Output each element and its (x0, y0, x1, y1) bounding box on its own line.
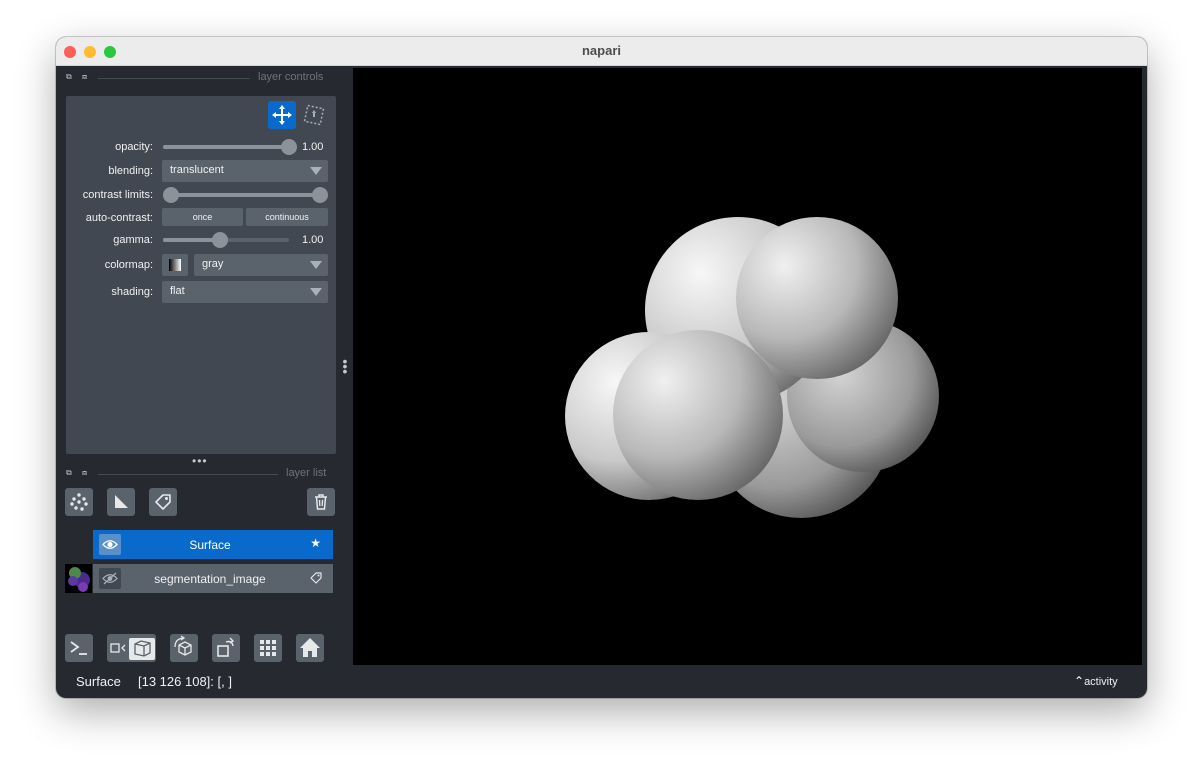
chevron-down-icon (310, 167, 322, 175)
layer-controls-title: layer controls (258, 71, 324, 83)
chevron-down-icon (310, 288, 322, 296)
chevron-down-icon (310, 261, 322, 269)
blending-dropdown[interactable]: translucent (162, 160, 328, 182)
layer-list-title: layer list (286, 467, 327, 479)
pan-zoom-button[interactable] (268, 101, 296, 129)
layer-thumbnail (65, 564, 92, 593)
trash-icon (315, 494, 327, 510)
close-dock-icon[interactable]: ⧈ (82, 73, 87, 81)
status-layer-name: Surface (76, 674, 121, 689)
viewer-canvas[interactable] (353, 68, 1142, 665)
points-icon (70, 493, 88, 511)
blending-label: blending: (108, 165, 153, 177)
contrast-low-handle[interactable] (163, 187, 179, 203)
contrast-limits-range (171, 193, 321, 197)
opacity-value: 1.00 (302, 141, 324, 153)
star-icon: ★ (310, 536, 321, 550)
title-bar: napari (56, 37, 1147, 66)
move-icon (272, 105, 292, 125)
window-title: napari (581, 43, 621, 58)
colormap-label: colormap: (104, 259, 153, 271)
grid-icon (260, 640, 276, 656)
dock-splitter-handle[interactable]: ••• (192, 455, 208, 467)
status-bar: Surface [13 126 108]: [, ] ⌃activity (56, 665, 1147, 698)
contrast-high-handle[interactable] (312, 187, 328, 203)
surface-render (565, 217, 939, 518)
opacity-label: opacity: (115, 141, 153, 153)
shading-label: shading: (111, 286, 153, 298)
colormap-value: gray (202, 258, 224, 270)
shapes-icon (115, 495, 128, 508)
new-labels-layer-button[interactable] (149, 488, 177, 516)
gamma-value: 1.00 (302, 234, 324, 246)
transpose-icon (217, 637, 235, 657)
layer-controls-panel: opacity: 1.00 blending: translucent cont… (66, 96, 336, 454)
auto-contrast-label: auto-contrast: (85, 212, 153, 224)
dock-header-divider (98, 78, 250, 79)
colormap-dropdown[interactable]: gray (194, 254, 328, 276)
layer-name: segmentation_image (154, 572, 266, 586)
activity-label: activity (1084, 676, 1118, 688)
sphere-front (613, 330, 783, 500)
delete-layer-button[interactable] (307, 488, 335, 516)
grid-view-button[interactable] (254, 634, 282, 662)
new-points-layer-button[interactable] (65, 488, 93, 516)
gamma-slider-handle[interactable] (211, 232, 228, 248)
home-icon (300, 638, 320, 657)
layer-row-segmentation-image[interactable]: segmentation_image (93, 564, 333, 593)
ndisplay-toggle-icon (110, 638, 155, 660)
console-button[interactable] (65, 634, 93, 662)
colormap-preview (162, 254, 188, 276)
transform-icon (303, 104, 325, 126)
shading-value: flat (170, 285, 185, 297)
chevron-up-icon: ⌃ (1074, 674, 1085, 688)
napari-window: napari ⧉ ⧈ layer controls opacity: 1.00 … (56, 37, 1147, 698)
close-dock-icon[interactable]: ⧈ (82, 469, 87, 477)
layer-controls-dock-header: ⧉ ⧈ layer controls (56, 70, 336, 86)
visibility-toggle[interactable] (99, 568, 121, 589)
roll-dims-button[interactable] (170, 634, 198, 662)
layer-name: Surface (189, 538, 231, 552)
labels-layer-icon (309, 571, 323, 590)
transpose-dims-button[interactable] (212, 634, 240, 662)
auto-contrast-continuous-button[interactable]: continuous (246, 208, 328, 226)
shading-dropdown[interactable]: flat (162, 281, 328, 303)
blending-value: translucent (170, 164, 224, 176)
layer-list-dock-header: ⧉ ⧈ layer list (56, 466, 336, 482)
float-dock-icon[interactable]: ⧉ (66, 73, 72, 81)
opacity-slider-fill (163, 145, 289, 149)
transform-button[interactable] (300, 101, 328, 129)
status-coordinates: [13 126 108]: [, ] (138, 674, 232, 689)
roll-dims-icon (174, 635, 192, 656)
dock-header-divider (98, 474, 278, 475)
activity-button[interactable]: ⌃activity (1074, 674, 1118, 688)
visibility-toggle[interactable] (99, 534, 121, 555)
gamma-label: gamma: (113, 234, 153, 246)
float-dock-icon[interactable]: ⧉ (66, 469, 72, 477)
colormap-gradient-swatch (169, 259, 181, 271)
tag-icon (155, 494, 171, 510)
main-splitter-handle[interactable]: • • • (342, 354, 348, 378)
ndisplay-toggle-button[interactable] (107, 634, 156, 662)
new-shapes-layer-button[interactable] (107, 488, 135, 516)
home-button[interactable] (296, 634, 324, 662)
opacity-slider-handle[interactable] (281, 139, 297, 155)
eye-icon (102, 540, 118, 549)
layer-row-surface[interactable]: Surface ★ (93, 530, 333, 559)
console-icon (70, 641, 87, 655)
eye-off-icon (102, 572, 118, 585)
auto-contrast-once-button[interactable]: once (162, 208, 243, 226)
contrast-limits-label: contrast limits: (82, 189, 153, 201)
sphere-top-right (736, 217, 898, 379)
